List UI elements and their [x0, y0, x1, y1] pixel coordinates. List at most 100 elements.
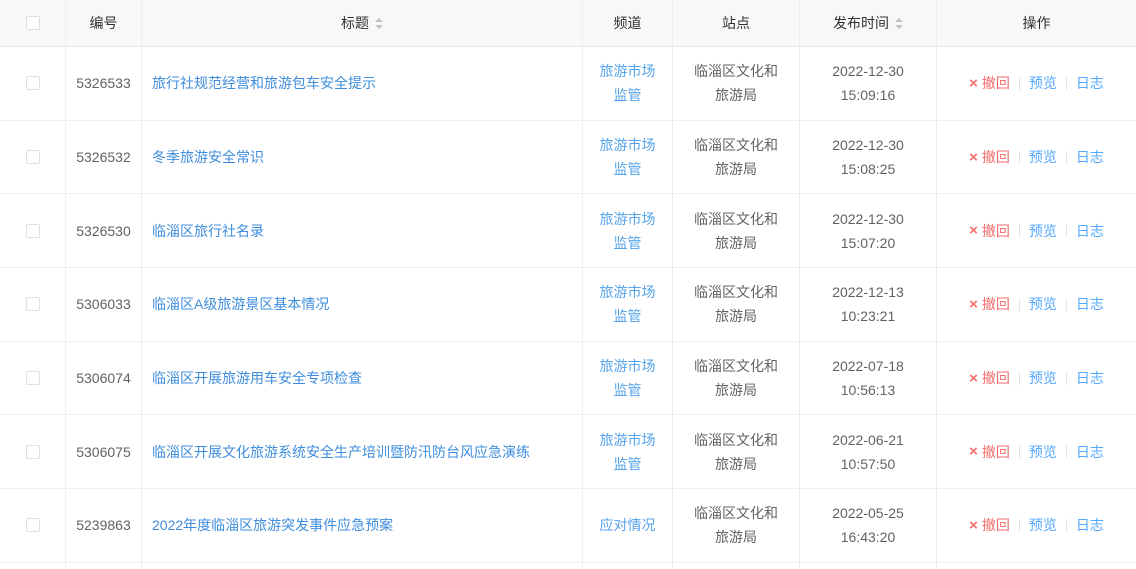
- log-link[interactable]: 日志: [1076, 219, 1104, 243]
- row-channel-link[interactable]: 旅游市场监管: [597, 133, 659, 181]
- sort-descending-icon[interactable]: [375, 25, 383, 29]
- row-id: 5306075: [66, 415, 142, 488]
- row-checkbox[interactable]: [26, 518, 40, 532]
- log-link[interactable]: 日志: [1076, 513, 1104, 537]
- sort-caret-publish-time[interactable]: [895, 18, 903, 29]
- table-row: 5326533 旅行社规范经营和旅游包车安全提示 旅游市场监管 临淄区文化和旅游…: [0, 47, 1136, 121]
- log-link[interactable]: 日志: [1076, 366, 1104, 390]
- withdraw-button[interactable]: × 撤回: [969, 366, 1010, 390]
- row-channel-cell: 旅游市场监管: [583, 342, 673, 415]
- row-site-cell: 临淄区文化和旅游局: [673, 415, 800, 488]
- header-publish-time[interactable]: 发布时间: [800, 0, 937, 46]
- row-checkbox-cell: [0, 268, 66, 341]
- row-site: 临淄区文化和旅游局: [691, 501, 781, 549]
- preview-link[interactable]: 预览: [1029, 292, 1057, 316]
- preview-link[interactable]: 预览: [1029, 145, 1057, 169]
- action-divider: [1066, 519, 1067, 532]
- row-channel-cell: 旅游市场监管: [583, 194, 673, 267]
- select-all-checkbox[interactable]: [26, 16, 40, 30]
- withdraw-button[interactable]: × 撤回: [969, 440, 1010, 464]
- preview-link[interactable]: 预览: [1029, 513, 1057, 537]
- x-mark-icon: ×: [969, 223, 978, 238]
- row-channel-link[interactable]: 应对情况: [600, 513, 656, 537]
- row-title-cell: 临淄区A级旅游景区基本情况: [142, 268, 583, 341]
- header-site-label: 站点: [722, 11, 750, 35]
- sort-ascending-icon[interactable]: [895, 18, 903, 22]
- row-title-cell: 临淄区开展旅游用车安全专项检查: [142, 342, 583, 415]
- action-divider: [1019, 445, 1020, 458]
- table-body: 5326533 旅行社规范经营和旅游包车安全提示 旅游市场监管 临淄区文化和旅游…: [0, 47, 1136, 563]
- row-title-link[interactable]: 旅行社规范经营和旅游包车安全提示: [152, 71, 376, 95]
- preview-link[interactable]: 预览: [1029, 71, 1057, 95]
- row-site-cell: 临淄区文化和旅游局: [673, 489, 800, 562]
- row-checkbox-cell: [0, 47, 66, 120]
- row-channel-link[interactable]: 旅游市场监管: [597, 428, 659, 476]
- row-site-cell: 临淄区文化和旅游局: [673, 268, 800, 341]
- withdraw-button[interactable]: × 撤回: [969, 292, 1010, 316]
- log-link[interactable]: 日志: [1076, 440, 1104, 464]
- sort-descending-icon[interactable]: [895, 25, 903, 29]
- header-actions-label: 操作: [1023, 11, 1051, 35]
- withdraw-button[interactable]: × 撤回: [969, 145, 1010, 169]
- sort-caret-title[interactable]: [375, 18, 383, 29]
- row-publish-time: 2022-07-18 10:56:13: [800, 342, 937, 415]
- header-title[interactable]: 标题: [142, 0, 583, 46]
- row-checkbox[interactable]: [26, 297, 40, 311]
- log-link[interactable]: 日志: [1076, 145, 1104, 169]
- preview-link[interactable]: 预览: [1029, 219, 1057, 243]
- row-title-cell: 2022年度临淄区旅游突发事件应急预案: [142, 489, 583, 562]
- row-site: 临淄区文化和旅游局: [691, 59, 781, 107]
- preview-link[interactable]: 预览: [1029, 440, 1057, 464]
- header-checkbox-cell: [0, 0, 66, 46]
- row-title-link[interactable]: 临淄区旅行社名录: [152, 219, 264, 243]
- header-site: 站点: [673, 0, 800, 46]
- row-channel-link[interactable]: 旅游市场监管: [597, 280, 659, 328]
- withdraw-button[interactable]: × 撤回: [969, 71, 1010, 95]
- row-checkbox[interactable]: [26, 150, 40, 164]
- row-channel-cell: 旅游市场监管: [583, 415, 673, 488]
- x-mark-icon: ×: [969, 444, 978, 459]
- withdraw-button[interactable]: × 撤回: [969, 219, 1010, 243]
- row-title-link[interactable]: 冬季旅游安全常识: [152, 145, 264, 169]
- row-title-cell: 旅行社规范经营和旅游包车安全提示: [142, 47, 583, 120]
- row-publish-time: 2022-12-30 15:09:16: [800, 47, 937, 120]
- action-divider: [1066, 372, 1067, 385]
- x-mark-icon: ×: [969, 371, 978, 386]
- withdraw-button[interactable]: × 撤回: [969, 513, 1010, 537]
- log-link[interactable]: 日志: [1076, 71, 1104, 95]
- header-actions: 操作: [937, 0, 1136, 46]
- sort-ascending-icon[interactable]: [375, 18, 383, 22]
- action-divider: [1066, 77, 1067, 90]
- row-channel-link[interactable]: 旅游市场监管: [597, 354, 659, 402]
- table-row-partial: [0, 563, 1136, 569]
- row-checkbox-cell: [0, 342, 66, 415]
- row-checkbox[interactable]: [26, 76, 40, 90]
- row-checkbox[interactable]: [26, 371, 40, 385]
- header-publish-time-label: 发布时间: [833, 11, 889, 35]
- row-title-link[interactable]: 2022年度临淄区旅游突发事件应急预案: [152, 513, 393, 537]
- row-site: 临淄区文化和旅游局: [691, 280, 781, 328]
- row-checkbox-cell: [0, 121, 66, 194]
- row-channel-link[interactable]: 旅游市场监管: [597, 59, 659, 107]
- row-publish-time: 2022-05-25 16:43:20: [800, 489, 937, 562]
- preview-link[interactable]: 预览: [1029, 366, 1057, 390]
- log-link[interactable]: 日志: [1076, 292, 1104, 316]
- row-title-link[interactable]: 临淄区开展文化旅游系统安全生产培训暨防汛防台风应急演练: [152, 440, 530, 464]
- action-divider: [1066, 224, 1067, 237]
- row-channel-link[interactable]: 旅游市场监管: [597, 207, 659, 255]
- row-title-link[interactable]: 临淄区开展旅游用车安全专项检查: [152, 366, 362, 390]
- row-actions-cell: × 撤回 预览 日志: [937, 121, 1136, 194]
- row-checkbox[interactable]: [26, 445, 40, 459]
- row-actions-cell: × 撤回 预览 日志: [937, 415, 1136, 488]
- withdraw-label: 撤回: [982, 366, 1010, 390]
- row-site: 临淄区文化和旅游局: [691, 207, 781, 255]
- row-checkbox[interactable]: [26, 224, 40, 238]
- header-title-label: 标题: [341, 11, 369, 35]
- row-id: 5306033: [66, 268, 142, 341]
- header-id-label: 编号: [90, 11, 118, 35]
- row-title-link[interactable]: 临淄区A级旅游景区基本情况: [152, 292, 329, 316]
- header-channel: 频道: [583, 0, 673, 46]
- row-site: 临淄区文化和旅游局: [691, 428, 781, 476]
- row-id: 5239863: [66, 489, 142, 562]
- x-mark-icon: ×: [969, 76, 978, 91]
